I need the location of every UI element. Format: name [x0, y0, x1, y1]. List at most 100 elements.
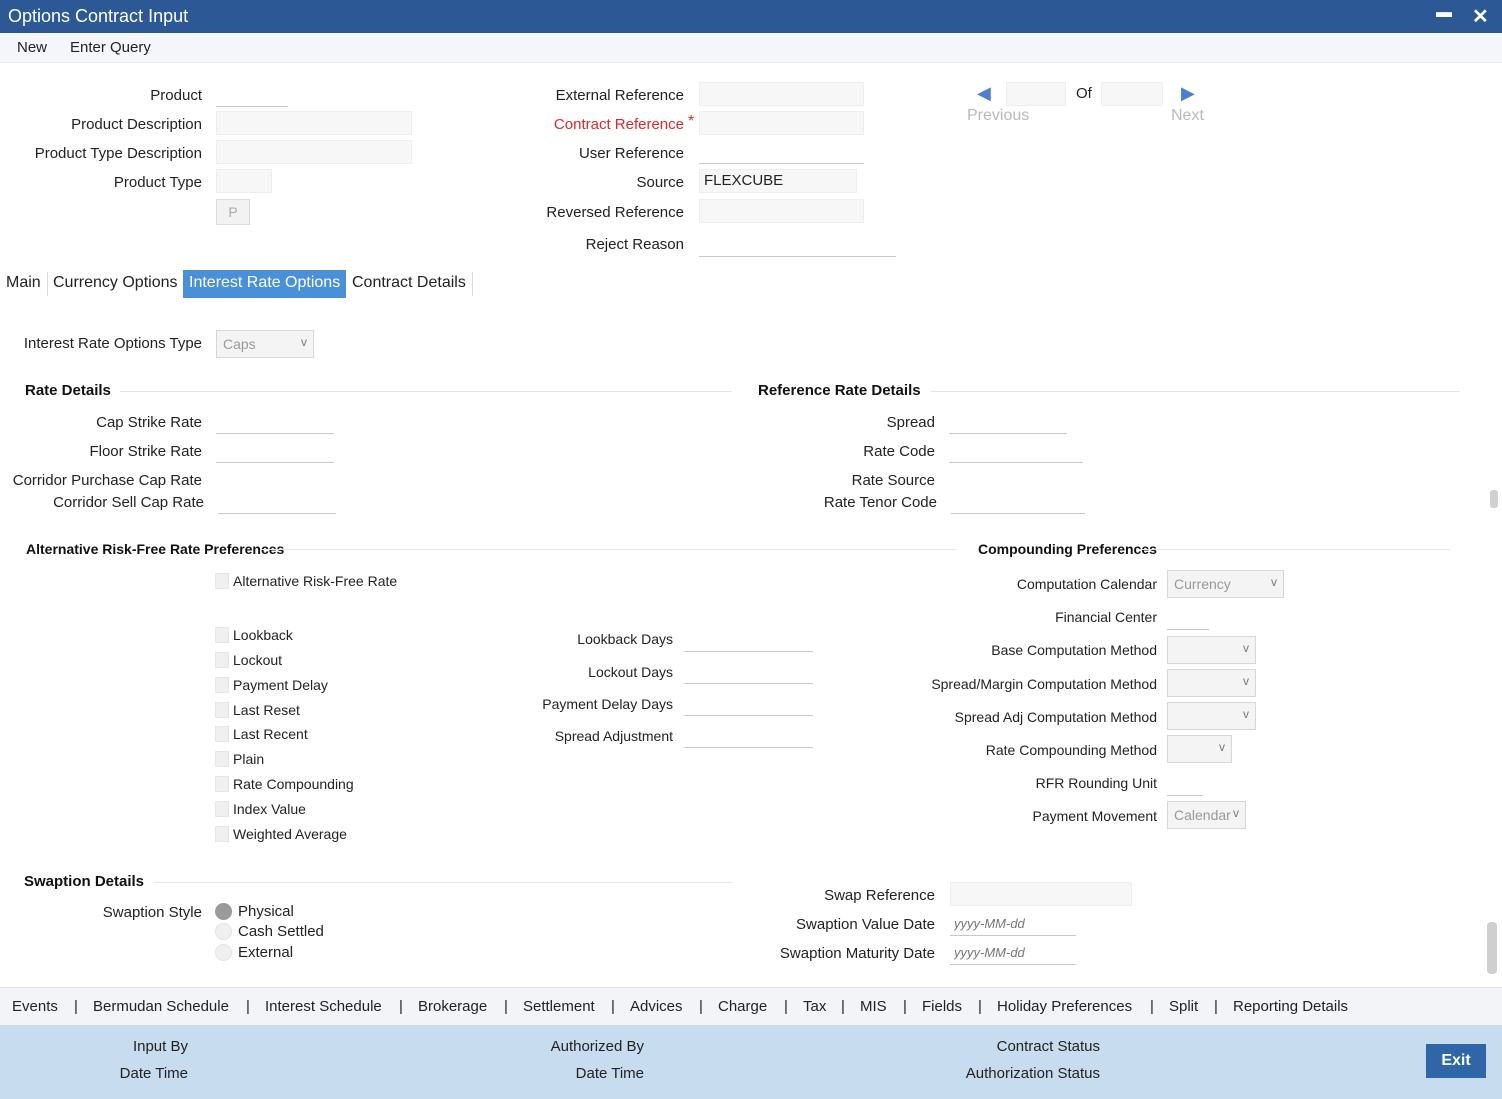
external-reference-label: External Reference	[555, 87, 684, 104]
contract-reference-label: Contract Reference	[553, 116, 684, 133]
cap-strike-rate-field[interactable]	[216, 410, 334, 434]
tab-main[interactable]: Main	[0, 270, 47, 298]
close-icon[interactable]: ✕	[1472, 4, 1489, 29]
physical-label: Physical	[238, 903, 294, 920]
lookback-days-field[interactable]	[684, 628, 813, 652]
previous-arrow-icon[interactable]: ◀	[977, 83, 991, 104]
lockout-days-field[interactable]	[684, 660, 813, 684]
spread-field[interactable]	[949, 410, 1067, 434]
separator: |	[1150, 998, 1154, 1015]
new-button[interactable]: New	[17, 39, 47, 56]
floor-strike-rate-label: Floor Strike Rate	[89, 443, 202, 460]
date-time-label: Date Time	[119, 1065, 188, 1082]
separator: |	[903, 998, 907, 1015]
swaption-maturity-date-input[interactable]	[950, 941, 1076, 965]
iro-type-select[interactable]: Caps v	[216, 330, 314, 358]
floor-strike-rate-field[interactable]	[216, 439, 334, 463]
base-computation-method-select[interactable]: v	[1167, 636, 1256, 664]
p-button[interactable]: P	[216, 199, 250, 225]
holiday-preferences-link[interactable]: Holiday Preferences	[997, 998, 1132, 1015]
tab-currency-options[interactable]: Currency Options	[47, 270, 184, 298]
reversed-reference-field	[699, 199, 864, 223]
split-link[interactable]: Split	[1169, 998, 1198, 1015]
advices-link[interactable]: Advices	[630, 998, 683, 1015]
charge-link[interactable]: Charge	[718, 998, 767, 1015]
payment-delay-days-field[interactable]	[684, 692, 813, 716]
next-arrow-icon[interactable]: ▶	[1181, 83, 1195, 104]
user-reference-label: User Reference	[578, 145, 684, 162]
computation-calendar-label: Computation Calendar	[1016, 576, 1157, 592]
tab-interest-rate-options[interactable]: Interest Rate Options	[183, 270, 347, 298]
rfr-rounding-unit-field[interactable]	[1167, 772, 1203, 796]
cash-settled-label: Cash Settled	[238, 923, 324, 940]
section-divider	[930, 391, 1460, 392]
tab-contract-details[interactable]: Contract Details	[346, 270, 472, 298]
financial-center-field[interactable]	[1167, 606, 1209, 630]
product-label: Product	[150, 87, 202, 104]
bottom-nav: Events | Bermudan Schedule | Interest Sc…	[0, 987, 1502, 1025]
auth-date-time-label: Date Time	[575, 1065, 644, 1082]
last-recent-checkbox[interactable]	[215, 726, 229, 742]
rate-code-field[interactable]	[949, 439, 1083, 463]
rate-compounding-label: Rate Compounding	[233, 776, 354, 792]
brokerage-link[interactable]: Brokerage	[418, 998, 487, 1015]
chevron-down-icon: v	[1243, 707, 1249, 721]
spread-margin-computation-method-select[interactable]: v	[1167, 669, 1256, 697]
events-link[interactable]: Events	[12, 998, 58, 1015]
separator: |	[978, 998, 982, 1015]
mis-link[interactable]: MIS	[860, 998, 887, 1015]
reject-reason-field[interactable]	[699, 233, 896, 257]
authorization-status-label: Authorization Status	[965, 1065, 1100, 1082]
chevron-down-icon: v	[1271, 575, 1277, 589]
base-computation-method-label: Base Computation Method	[991, 642, 1157, 658]
swaption-maturity-date-label: Swaption Maturity Date	[779, 945, 935, 962]
scrollbar-thumb[interactable]	[1487, 922, 1497, 974]
lookback-days-label: Lookback Days	[577, 631, 673, 647]
physical-radio[interactable]	[215, 903, 232, 920]
exit-button[interactable]: Exit	[1426, 1044, 1486, 1078]
corridor-sell-cap-rate-field[interactable]	[218, 490, 336, 514]
plain-checkbox[interactable]	[215, 751, 229, 767]
external-radio[interactable]	[215, 944, 232, 961]
external-reference-field	[699, 82, 864, 106]
interest-schedule-link[interactable]: Interest Schedule	[265, 998, 382, 1015]
title-bar: Options Contract Input ▬ ✕	[0, 0, 1502, 33]
authorized-by-label: Authorized By	[550, 1038, 644, 1055]
lookback-checkbox[interactable]	[215, 627, 229, 643]
reporting-details-link[interactable]: Reporting Details	[1233, 998, 1348, 1015]
total-records-field	[1101, 82, 1163, 106]
rate-tenor-code-field[interactable]	[951, 490, 1085, 514]
swaption-value-date-input[interactable]	[950, 912, 1076, 936]
user-reference-field[interactable]	[699, 140, 864, 164]
tab-separator	[472, 272, 473, 296]
fields-link[interactable]: Fields	[922, 998, 962, 1015]
toolbar: New Enter Query	[0, 33, 1502, 63]
weighted-average-checkbox[interactable]	[215, 826, 229, 842]
spread-adj-computation-method-select[interactable]: v	[1167, 702, 1256, 730]
cash-settled-radio[interactable]	[215, 923, 232, 940]
contract-reference-field[interactable]	[699, 111, 864, 135]
payment-delay-checkbox[interactable]	[215, 677, 229, 693]
swaption-style-label: Swaption Style	[102, 904, 202, 921]
rfr-rounding-unit-label: RFR Rounding Unit	[1035, 775, 1157, 791]
settlement-link[interactable]: Settlement	[523, 998, 595, 1015]
alt-rfr-checkbox[interactable]	[215, 573, 229, 589]
rate-compounding-checkbox[interactable]	[215, 776, 229, 792]
index-value-checkbox[interactable]	[215, 801, 229, 817]
minimize-icon[interactable]: ▬	[1436, 4, 1452, 22]
computation-calendar-select[interactable]: Currency v	[1167, 570, 1284, 598]
separator: |	[399, 998, 403, 1015]
tax-link[interactable]: Tax	[803, 998, 826, 1015]
spread-adjustment-field[interactable]	[684, 724, 813, 748]
scrollbar-thumb-upper[interactable]	[1490, 490, 1498, 508]
payment-movement-select[interactable]: Calendar v	[1167, 801, 1246, 829]
next-label[interactable]: Next	[1171, 107, 1204, 125]
bermudan-schedule-link[interactable]: Bermudan Schedule	[93, 998, 229, 1015]
spread-margin-computation-method-label: Spread/Margin Computation Method	[931, 676, 1157, 692]
rate-compounding-method-select[interactable]: v	[1167, 735, 1232, 763]
last-reset-checkbox[interactable]	[215, 702, 229, 718]
lockout-checkbox[interactable]	[215, 652, 229, 668]
product-field[interactable]	[216, 83, 288, 107]
previous-label[interactable]: Previous	[967, 107, 1029, 125]
enter-query-button[interactable]: Enter Query	[70, 39, 151, 56]
